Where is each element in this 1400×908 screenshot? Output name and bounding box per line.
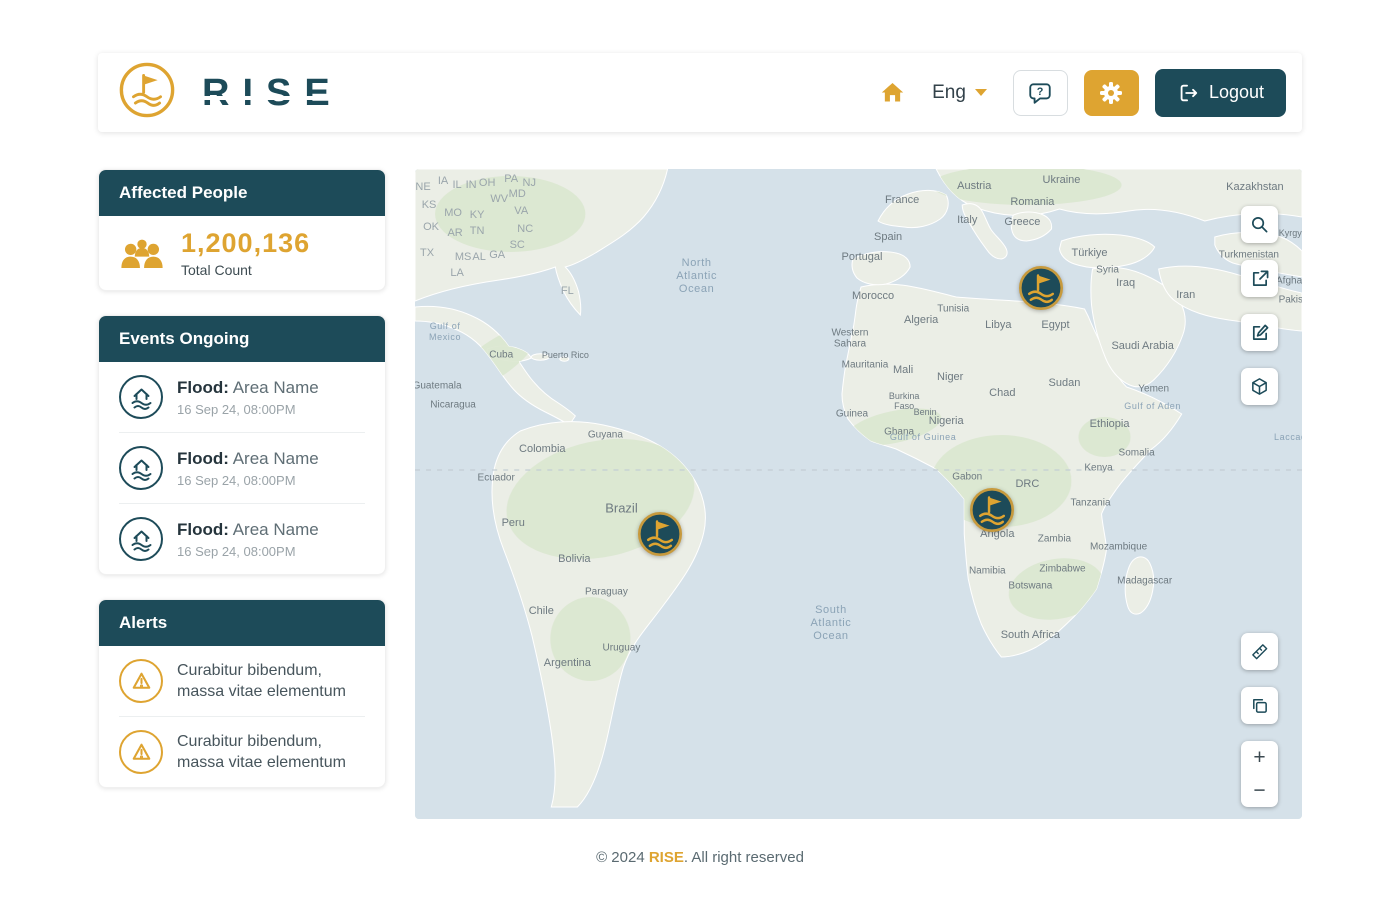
- language-selector[interactable]: Eng: [932, 82, 987, 104]
- alert-text: Curabitur bibendum, massa vitae elementu…: [177, 660, 365, 702]
- brand: RISE: [118, 61, 343, 124]
- flood-icon: [119, 446, 163, 490]
- affected-caption: Total Count: [181, 262, 310, 278]
- language-label: Eng: [932, 82, 966, 104]
- event-date: 16 Sep 24, 08:00PM: [177, 544, 319, 559]
- events-title: Events Ongoing: [99, 316, 385, 362]
- map-tools-top: [1241, 206, 1278, 405]
- event-date: 16 Sep 24, 08:00PM: [177, 473, 319, 488]
- map-tools-bottom: + −: [1241, 633, 1278, 807]
- alert-item[interactable]: Curabitur bibendum, massa vitae elementu…: [119, 646, 365, 716]
- map-copy-button[interactable]: [1241, 687, 1278, 724]
- warning-icon: [119, 659, 163, 703]
- map-layers-button[interactable]: [1241, 368, 1278, 405]
- settings-button[interactable]: [1084, 70, 1139, 116]
- copy-icon: [1250, 696, 1269, 715]
- event-title: Flood: Area Name: [177, 520, 319, 540]
- flood-icon: [119, 517, 163, 561]
- zoom-controls: + −: [1241, 741, 1278, 807]
- marker-central-africa[interactable]: [969, 487, 1015, 533]
- rise-logo-icon: [118, 61, 176, 124]
- logout-button[interactable]: Logout: [1155, 69, 1286, 117]
- map-canvas[interactable]: UkraineAustriaRomaniaKazakhstanFranceIta…: [415, 169, 1302, 819]
- chevron-down-icon: [975, 89, 987, 96]
- flood-icon: [119, 375, 163, 419]
- event-item[interactable]: Flood: Area Name 16 Sep 24, 08:00PM: [119, 432, 365, 503]
- event-item[interactable]: Flood: Area Name 16 Sep 24, 08:00PM: [119, 362, 365, 432]
- copyright-text: © 2024: [596, 849, 649, 866]
- svg-text:?: ?: [1037, 86, 1044, 98]
- map-edit-button[interactable]: [1241, 314, 1278, 351]
- people-icon: [119, 237, 165, 270]
- gear-icon: [1099, 81, 1123, 105]
- zoom-in-button[interactable]: +: [1241, 741, 1278, 774]
- warning-icon: [119, 730, 163, 774]
- event-title: Flood: Area Name: [177, 449, 319, 469]
- rights-text: . All right reserved: [684, 849, 804, 866]
- world-map: [415, 169, 1302, 819]
- home-icon[interactable]: [879, 79, 906, 106]
- marker-south-america[interactable]: [637, 511, 683, 557]
- affected-count: 1,200,136: [181, 228, 310, 259]
- map-share-button[interactable]: [1241, 260, 1278, 297]
- header: RISE Eng ?: [98, 53, 1302, 132]
- affected-people-panel: Affected People 1,200,136: [98, 169, 386, 291]
- alert-item[interactable]: Curabitur bibendum, massa vitae elementu…: [119, 716, 365, 787]
- event-date: 16 Sep 24, 08:00PM: [177, 402, 319, 417]
- alerts-list: Curabitur bibendum, massa vitae elementu…: [99, 646, 385, 787]
- footer-brand: RISE: [649, 849, 684, 866]
- brand-wordmark: RISE: [202, 74, 343, 112]
- events-panel: Events Ongoing Flood: Area Name 16 Sep 2…: [98, 315, 386, 575]
- page: RISE Eng ?: [98, 0, 1302, 866]
- map-search-button[interactable]: [1241, 206, 1278, 243]
- search-icon: [1250, 215, 1269, 234]
- cube-icon: [1250, 377, 1269, 396]
- logout-label: Logout: [1209, 82, 1264, 103]
- footer: © 2024 RISE. All right reserved: [98, 849, 1302, 866]
- events-list: Flood: Area Name 16 Sep 24, 08:00PM Floo…: [99, 362, 385, 574]
- ruler-icon: [1250, 642, 1269, 661]
- header-actions: Eng ?: [879, 69, 1286, 117]
- event-item[interactable]: Flood: Area Name 16 Sep 24, 08:00PM: [119, 503, 365, 574]
- support-chat-icon: ?: [1027, 80, 1053, 106]
- affected-people-title: Affected People: [99, 170, 385, 216]
- alert-text: Curabitur bibendum, massa vitae elementu…: [177, 731, 365, 773]
- edit-icon: [1250, 323, 1269, 342]
- alerts-title: Alerts: [99, 600, 385, 646]
- external-link-icon: [1250, 269, 1269, 288]
- event-title: Flood: Area Name: [177, 378, 319, 398]
- marker-north-africa[interactable]: [1018, 265, 1064, 311]
- logout-icon: [1177, 82, 1199, 104]
- sidebar: Affected People 1,200,136: [98, 169, 386, 819]
- alerts-panel: Alerts Curabitur bibendum, massa vitae e…: [98, 599, 386, 788]
- support-chat-button[interactable]: ?: [1013, 70, 1068, 116]
- zoom-out-button[interactable]: −: [1241, 774, 1278, 807]
- map-measure-button[interactable]: [1241, 633, 1278, 670]
